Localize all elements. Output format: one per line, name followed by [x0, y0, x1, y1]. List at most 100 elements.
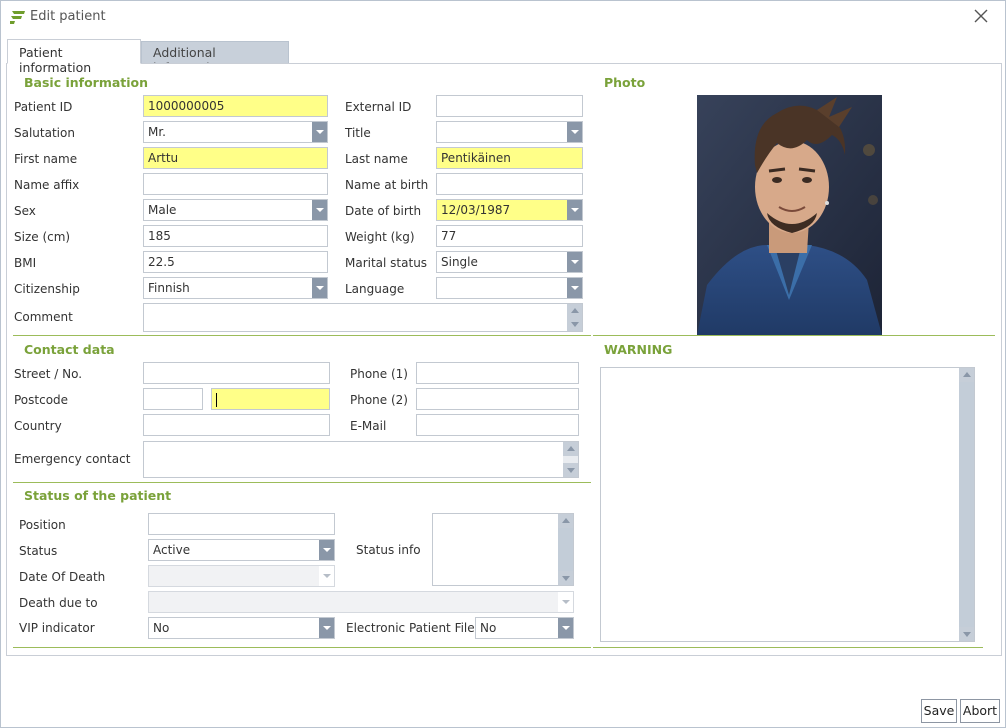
marital-status-label: Marital status	[345, 256, 428, 270]
scroll-up-icon[interactable]	[567, 304, 582, 318]
vip-indicator-label: VIP indicator	[19, 621, 95, 635]
warning-scrollbar[interactable]	[959, 368, 974, 641]
emergency-contact-label: Emergency contact	[14, 452, 131, 466]
street-label: Street / No.	[14, 367, 83, 381]
first-name-label: First name	[14, 152, 78, 166]
chevron-down-icon[interactable]	[312, 278, 327, 298]
chevron-down-icon[interactable]	[319, 618, 334, 638]
email-label: E-Mail	[350, 419, 387, 433]
electronic-patient-file-select[interactable]: No	[475, 617, 574, 639]
phone1-label: Phone (1)	[350, 367, 408, 381]
scroll-down-icon[interactable]	[558, 571, 573, 585]
vip-indicator-select[interactable]: No	[148, 617, 335, 639]
size-label: Size (cm)	[14, 230, 71, 244]
emergency-contact-textarea[interactable]	[143, 441, 579, 478]
phone2-field[interactable]	[416, 388, 579, 410]
chevron-down-icon[interactable]	[319, 566, 334, 586]
status-label: Status	[19, 544, 58, 558]
tab-additional-information[interactable]: Additional information	[141, 41, 289, 75]
position-label: Position	[19, 518, 66, 532]
scroll-up-icon[interactable]	[558, 514, 573, 528]
chevron-down-icon[interactable]	[312, 200, 327, 220]
postcode-field[interactable]	[143, 388, 203, 410]
date-of-death-label: Date Of Death	[19, 570, 106, 584]
phone1-field[interactable]	[416, 362, 579, 384]
date-of-birth-picker[interactable]: 12/03/1987	[436, 199, 583, 221]
city-field[interactable]	[211, 388, 330, 410]
tab-patient-information[interactable]: Patient information	[7, 39, 141, 75]
weight-field[interactable]: 77	[436, 225, 583, 247]
language-label: Language	[345, 282, 405, 296]
citizenship-label: Citizenship	[14, 282, 80, 296]
chevron-down-icon[interactable]	[558, 618, 573, 638]
save-button[interactable]: Save	[921, 699, 957, 723]
scroll-down-icon[interactable]	[567, 317, 582, 331]
date-of-birth-value: 12/03/1987	[441, 203, 511, 217]
app-logo-icon	[10, 11, 25, 24]
scroll-up-icon[interactable]	[959, 368, 974, 382]
language-select[interactable]	[436, 277, 583, 299]
section-title-basic-information: Basic information	[24, 75, 149, 90]
last-name-field[interactable]: Pentikäinen	[436, 147, 583, 169]
chevron-down-icon[interactable]	[567, 278, 582, 298]
comment-label: Comment	[14, 310, 73, 324]
date-of-birth-label: Date of birth	[345, 204, 422, 218]
email-field[interactable]	[416, 414, 579, 436]
date-of-death-picker[interactable]	[148, 565, 335, 587]
death-due-to-select[interactable]	[148, 591, 574, 613]
chevron-down-icon[interactable]	[567, 252, 582, 272]
postcode-label: Postcode	[14, 393, 69, 407]
marital-status-select[interactable]: Single	[436, 251, 583, 273]
salutation-value: Mr.	[148, 125, 166, 139]
abort-button[interactable]: Abort	[960, 699, 1000, 723]
name-at-birth-field[interactable]	[436, 173, 583, 195]
name-at-birth-label: Name at birth	[345, 178, 429, 192]
chevron-down-icon[interactable]	[558, 592, 573, 612]
sex-select[interactable]: Male	[143, 199, 328, 221]
size-field[interactable]: 185	[143, 225, 328, 247]
comment-scrollbar[interactable]	[567, 304, 582, 331]
section-title-contact-data: Contact data	[24, 342, 115, 357]
citizenship-select[interactable]: Finnish	[143, 277, 328, 299]
comment-textarea[interactable]	[143, 303, 583, 332]
country-label: Country	[14, 419, 62, 433]
sex-label: Sex	[14, 204, 36, 218]
window-title: Edit patient	[30, 9, 106, 24]
salutation-label: Salutation	[14, 126, 75, 140]
death-due-to-label: Death due to	[19, 596, 98, 610]
first-name-field[interactable]: Arttu	[143, 147, 328, 169]
status-info-scrollbar[interactable]	[558, 514, 573, 585]
external-id-field[interactable]	[436, 95, 583, 117]
emergency-scrollbar[interactable]	[563, 442, 578, 477]
title-select[interactable]	[436, 121, 583, 143]
text-cursor	[216, 392, 217, 407]
section-title-status: Status of the patient	[24, 488, 172, 503]
salutation-select[interactable]: Mr.	[143, 121, 328, 143]
divider-photo	[593, 335, 995, 336]
name-affix-field[interactable]	[143, 173, 328, 195]
bmi-field[interactable]: 22.5	[143, 251, 328, 273]
patient-id-field[interactable]: 1000000005	[143, 95, 328, 117]
last-name-label: Last name	[345, 152, 408, 166]
edit-patient-window: Edit patient Patient information Additio…	[0, 0, 1006, 728]
status-select[interactable]: Active	[148, 539, 335, 561]
status-value: Active	[153, 543, 191, 557]
country-field[interactable]	[143, 414, 330, 436]
position-field[interactable]	[148, 513, 335, 535]
chevron-down-icon[interactable]	[567, 122, 582, 142]
chevron-down-icon[interactable]	[312, 122, 327, 142]
external-id-label: External ID	[345, 100, 412, 114]
street-field[interactable]	[143, 362, 330, 384]
status-info-textarea[interactable]	[432, 513, 574, 586]
scroll-down-icon[interactable]	[563, 463, 578, 477]
status-info-label: Status info	[356, 543, 421, 557]
chevron-down-icon[interactable]	[567, 200, 582, 220]
section-title-warning: WARNING	[604, 342, 673, 357]
phone2-label: Phone (2)	[350, 393, 408, 407]
citizenship-value: Finnish	[148, 281, 190, 295]
scroll-down-icon[interactable]	[959, 627, 974, 641]
chevron-down-icon[interactable]	[319, 540, 334, 560]
scroll-up-icon[interactable]	[563, 442, 578, 456]
warning-textarea[interactable]	[600, 367, 975, 642]
close-icon[interactable]	[973, 7, 989, 25]
